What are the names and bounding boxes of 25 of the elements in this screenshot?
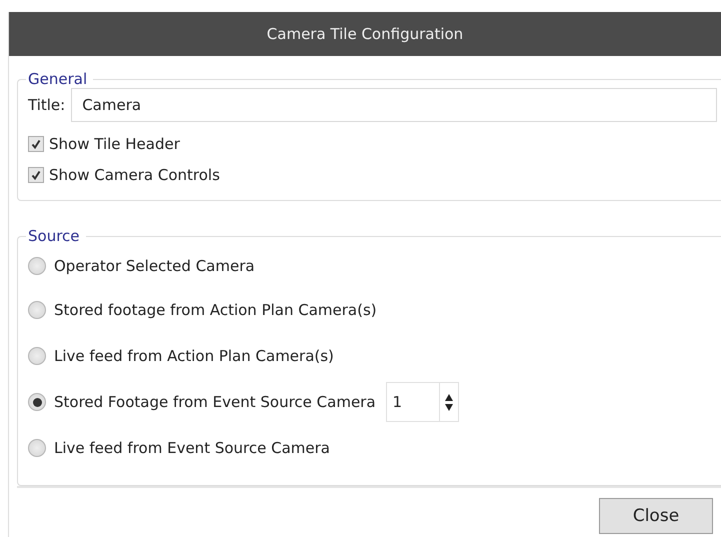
radio-button[interactable] bbox=[28, 257, 46, 275]
close-button[interactable]: Close bbox=[599, 498, 713, 534]
checkbox-label: Show Tile Header bbox=[49, 135, 180, 153]
number-spinner[interactable]: 1 bbox=[386, 382, 459, 422]
checkbox[interactable] bbox=[28, 167, 44, 183]
radio-button[interactable] bbox=[28, 347, 46, 365]
group-legend: Source bbox=[26, 227, 86, 245]
check-icon bbox=[30, 138, 42, 150]
radio-label: Operator Selected Camera bbox=[54, 257, 255, 275]
radio-label: Live feed from Event Source Camera bbox=[54, 439, 330, 457]
title-label: Title: bbox=[28, 96, 66, 114]
checkbox[interactable] bbox=[28, 136, 44, 152]
radio-label: Live feed from Action Plan Camera(s) bbox=[54, 347, 334, 365]
radio-button[interactable] bbox=[28, 439, 46, 457]
down-arrow-icon[interactable] bbox=[444, 404, 453, 410]
group-legend: General bbox=[26, 70, 94, 88]
radio-label: Stored Footage from Event Source Camera bbox=[54, 393, 376, 411]
checkbox-label: Show Camera Controls bbox=[49, 166, 220, 184]
up-arrow-icon[interactable] bbox=[444, 394, 453, 400]
radio-label: Stored footage from Action Plan Camera(s) bbox=[54, 301, 377, 319]
radio-button[interactable] bbox=[28, 393, 46, 411]
check-icon bbox=[30, 169, 42, 181]
radio-button[interactable] bbox=[28, 301, 46, 319]
window-title: Camera Tile Configuration bbox=[266, 25, 464, 43]
title-field[interactable]: Camera bbox=[71, 88, 717, 122]
